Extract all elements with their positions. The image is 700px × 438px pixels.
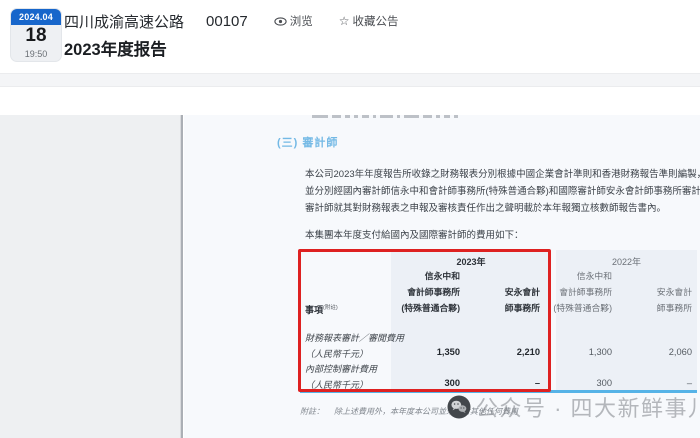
col-header-line: 信永中和 [576, 271, 612, 281]
paragraph-line: 並分別經國內審計師信永中和會計師事務所(特殊普通合夥)和國際審計師安永會計師事務… [305, 186, 700, 197]
publish-time: 19:50 [24, 49, 48, 59]
clipped-text-remnant [312, 115, 542, 120]
item-label-footnote-ref: (附註) [323, 305, 338, 311]
wechat-icon [447, 395, 471, 419]
paragraph-line: 本公司2023年年度報告所收錄之財務報表分別根據中國企業會計準則和香港財務報告準… [305, 169, 700, 180]
item-label-text: 事項 [305, 305, 324, 315]
year-header-2023: 2023年 [456, 257, 486, 267]
watermark: 公众号 · 四大新鲜事儿 [447, 391, 700, 423]
favorite-label: 收藏公告 [352, 16, 399, 28]
header-separator-band [0, 73, 700, 87]
paragraph-line: 審計師就其對財務報表之申報及審核責任作出之聲明載於本年報獨立核數師報告書內。 [305, 203, 667, 214]
star-icon: ☆ [338, 14, 350, 28]
footnote-label: 附註： [300, 407, 324, 416]
announcement-title: 2023年度报告 [64, 41, 167, 59]
table-cell: – [686, 378, 692, 388]
publish-month: 2024.04 [11, 9, 61, 25]
viewer-left-gutter [0, 115, 180, 438]
pdf-page: (三) 審計師 本公司2023年年度報告所收錄之財務報表分別根據中國企業會計準則… [184, 115, 700, 438]
item-column-label: 事項(附註) [305, 303, 338, 316]
viewer-scrollbar[interactable] [180, 115, 183, 438]
favorite-announcement-button[interactable]: ☆ 收藏公告 [339, 13, 399, 29]
browse-button[interactable]: 浏览 [274, 13, 313, 29]
stock-code: 00107 [206, 12, 248, 30]
col-header-line: 師事務所 [656, 302, 692, 313]
row-label-audit-fee: 財務報表審計／審閲費用 [305, 333, 405, 343]
year-header-2022: 2022年 [611, 257, 642, 267]
col-header-line: 信永中和 [424, 271, 460, 281]
publish-day: 18 [25, 25, 47, 46]
watermark-text: 公众号 · 四大新鲜事儿 [476, 396, 700, 421]
table-cell: 2,060 [668, 347, 692, 357]
row-label-internal-control-fee: 內部控制審計費用 [305, 364, 378, 374]
col-header-line: 安永會計 [656, 287, 692, 297]
browse-label: 浏览 [289, 16, 313, 28]
pdf-viewer[interactable]: (三) 審計師 本公司2023年年度報告所收錄之財務報表分別根據中國企業會計準則… [0, 115, 700, 438]
publish-date-badge: 2024.04 18 19:50 [10, 8, 62, 62]
company-name: 四川成渝高速公路 [64, 13, 185, 31]
eye-icon [274, 16, 287, 26]
announcement-viewer: 2024.04 18 19:50 四川成渝高速公路 00107 浏览 ☆ 收藏公… [0, 0, 700, 438]
announcement-header-row: 四川成渝高速公路 00107 浏览 ☆ 收藏公告 [64, 11, 399, 31]
col-header-ey-2022: 安永會計 師事務所 [570, 285, 692, 317]
section-heading-auditors: (三) 審計師 [277, 137, 339, 149]
fees-intro-line: 本集團本年度支付給國內及國際審計師的費用如下： [305, 230, 524, 241]
